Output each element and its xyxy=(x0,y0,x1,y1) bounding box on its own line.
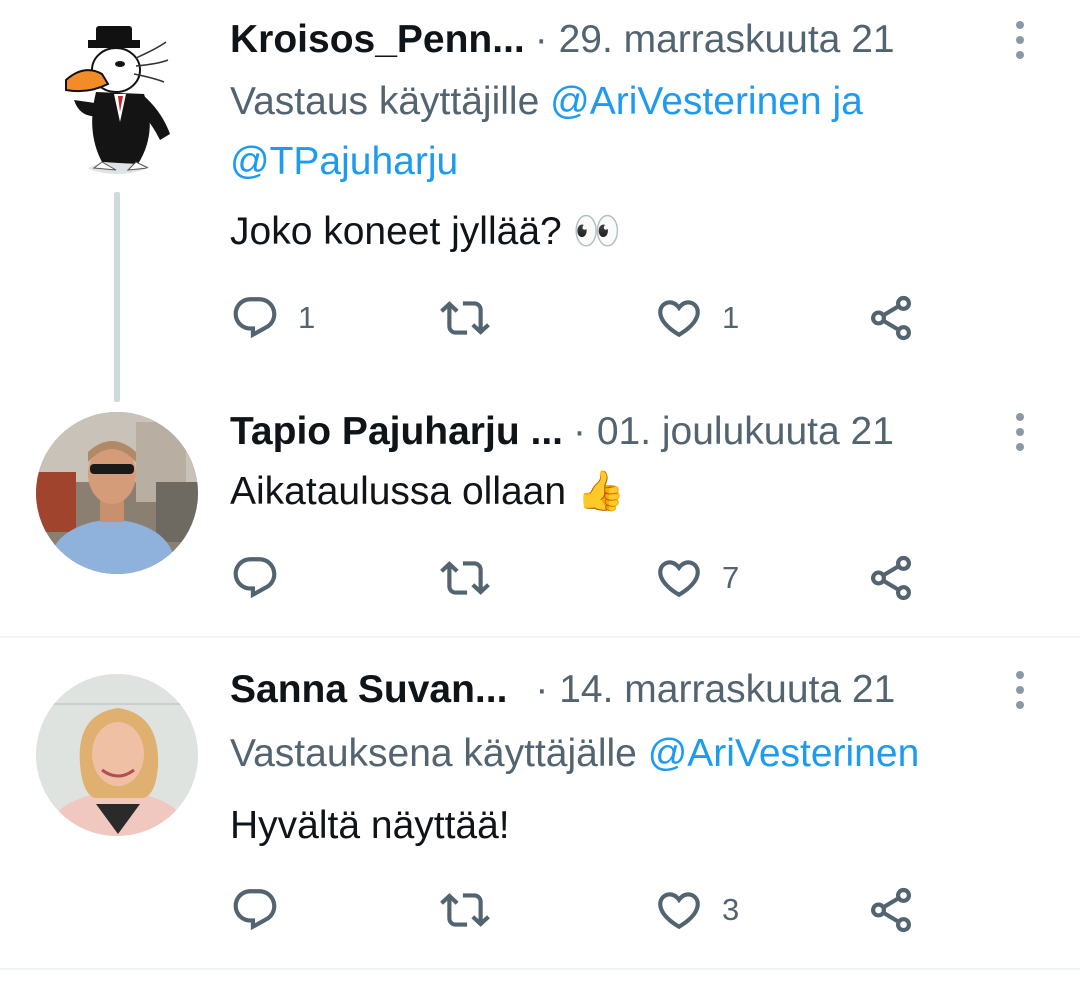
divider xyxy=(0,636,1080,638)
avatar[interactable] xyxy=(36,412,198,574)
tweet[interactable]: Kroisos_Penn... · 29. marraskuuta 21 Vas… xyxy=(0,0,1080,402)
reply-icon xyxy=(230,885,280,935)
reply-prefix: Vastaus käyttäjille xyxy=(230,80,540,123)
thread-line xyxy=(114,192,120,402)
mention-link[interactable]: @AriVesterinen xyxy=(550,80,822,123)
mention-link[interactable]: @AriVesterinen xyxy=(648,732,920,775)
reply-button[interactable] xyxy=(230,880,298,940)
divider xyxy=(0,968,1080,970)
share-button[interactable] xyxy=(866,880,916,940)
tweet-actions: 7 xyxy=(230,548,1050,608)
share-icon xyxy=(866,553,916,603)
more-vertical-icon[interactable] xyxy=(1004,402,1036,462)
more-vertical-icon[interactable] xyxy=(1004,660,1036,720)
heart-icon xyxy=(654,293,704,343)
retweet-button[interactable] xyxy=(440,548,508,608)
profile-photo xyxy=(36,412,198,574)
avatar[interactable] xyxy=(36,674,198,836)
avatar[interactable] xyxy=(36,12,198,174)
tweet-text: Hyvältä näyttää! xyxy=(230,796,510,856)
author-name[interactable]: Sanna Suvan... xyxy=(230,668,507,712)
heart-icon xyxy=(654,885,704,935)
tweet-text: Aikataulussa ollaan 👍 xyxy=(230,462,625,522)
eyes-emoji: 👀 xyxy=(572,210,622,253)
retweet-button[interactable] xyxy=(440,288,508,348)
reply-icon xyxy=(230,293,280,343)
thumbs-up-emoji: 👍 xyxy=(576,470,626,513)
tweet-text-body: Joko koneet jyllää? xyxy=(230,210,562,253)
tweet-header: Sanna Suvan... · 14. marraskuuta 21 xyxy=(230,660,895,720)
like-button[interactable]: 3 xyxy=(654,880,739,940)
retweet-icon xyxy=(440,885,490,935)
mention-link[interactable]: @TPajuharju xyxy=(230,140,458,183)
author-name[interactable]: Kroisos_Penn... xyxy=(230,18,525,62)
share-button[interactable] xyxy=(866,548,916,608)
heart-icon xyxy=(654,553,704,603)
tweet-actions: 1 1 xyxy=(230,288,1050,348)
reply-context: Vastaus käyttäjille @AriVesterinen ja @T… xyxy=(230,72,1050,192)
reply-prefix: Vastauksena käyttäjälle xyxy=(230,732,637,775)
author-name[interactable]: Tapio Pajuharju ... xyxy=(230,410,563,454)
tweet-header: Tapio Pajuharju ... · 01. joulukuuta 21 xyxy=(230,402,894,462)
tweet[interactable]: Tapio Pajuharju ... · 01. joulukuuta 21 … xyxy=(0,398,1080,638)
tweet-date[interactable]: · 01. joulukuuta 21 xyxy=(573,410,894,454)
tweet-date[interactable]: · 14. marraskuuta 21 xyxy=(535,668,895,712)
tweet-actions: 3 xyxy=(230,880,1050,940)
mention-joiner: ja xyxy=(832,80,863,123)
retweet-button[interactable] xyxy=(440,880,508,940)
reply-button[interactable]: 1 xyxy=(230,288,315,348)
share-icon xyxy=(866,885,916,935)
tweet-text-body: Hyvältä näyttää! xyxy=(230,804,510,847)
reply-button[interactable] xyxy=(230,548,298,608)
tweet-text: Joko koneet jyllää? 👀 xyxy=(230,202,621,262)
profile-photo xyxy=(36,674,198,836)
like-button[interactable]: 7 xyxy=(654,548,739,608)
retweet-icon xyxy=(440,293,490,343)
tweet-header: Kroisos_Penn... · 29. marraskuuta 21 xyxy=(230,10,895,70)
share-icon xyxy=(866,293,916,343)
like-count: 1 xyxy=(722,300,740,335)
retweet-icon xyxy=(440,553,490,603)
share-button[interactable] xyxy=(866,288,916,348)
duck-avatar-image xyxy=(36,12,198,174)
reply-count: 1 xyxy=(298,300,316,335)
tweet-text-body: Aikataulussa ollaan xyxy=(230,470,567,513)
more-vertical-icon[interactable] xyxy=(1004,10,1036,70)
like-count: 3 xyxy=(722,892,740,927)
reply-context: Vastauksena käyttäjälle @AriVesterinen xyxy=(230,724,1050,784)
tweet-date[interactable]: · 29. marraskuuta 21 xyxy=(535,18,895,62)
tweet[interactable]: Sanna Suvan... · 14. marraskuuta 21 Vast… xyxy=(0,640,1080,970)
like-count: 7 xyxy=(722,560,740,595)
like-button[interactable]: 1 xyxy=(654,288,739,348)
reply-icon xyxy=(230,553,280,603)
